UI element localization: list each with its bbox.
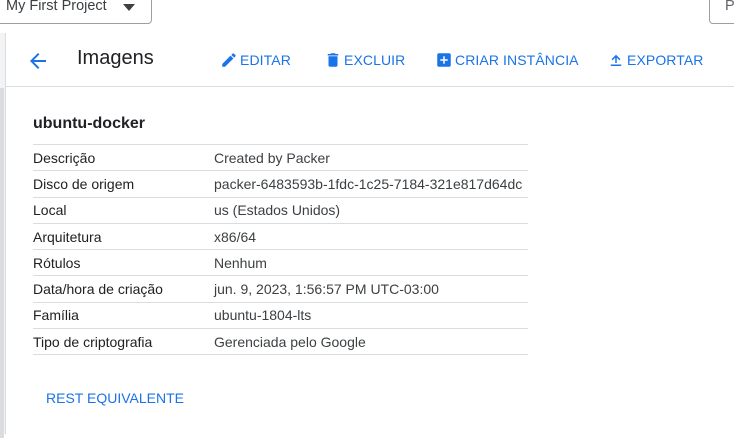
image-name: ubuntu-docker	[33, 115, 145, 132]
detail-value: Created by Packer	[214, 143, 528, 171]
page-title: Imagens	[77, 47, 154, 69]
details-table: Descrição Created by Packer Disco de ori…	[33, 143, 528, 356]
delete-button[interactable]: EXCLUIR	[324, 49, 405, 71]
edit-button[interactable]: EDITAR	[220, 49, 291, 71]
detail-value: jun. 9, 2023, 1:56:57 PM UTC-03:00	[214, 275, 528, 303]
upload-icon	[610, 54, 622, 66]
search-placeholder: P	[725, 0, 734, 14]
detail-label: Data/hora de criação	[33, 275, 214, 303]
search-input[interactable]: P	[709, 0, 734, 24]
image-details-panel: ubuntu-docker Descrição Created by Packe…	[6, 87, 734, 434]
detail-label: Descrição	[33, 143, 214, 171]
create-instance-label: CRIAR INSTÂNCIA	[455, 52, 579, 68]
detail-label: Arquitetura	[33, 222, 214, 250]
pencil-icon	[222, 53, 236, 67]
edit-label: EDITAR	[240, 52, 291, 68]
export-button[interactable]: EXPORTAR	[607, 49, 704, 71]
project-picker[interactable]: My First Project	[0, 0, 152, 24]
table-row: Descrição Created by Packer	[33, 143, 528, 171]
rest-equivalent-link[interactable]: REST EQUIVALENTE	[46, 390, 184, 406]
detail-label: Tipo de criptografia	[33, 328, 214, 356]
delete-label: EXCLUIR	[344, 52, 406, 68]
chevron-down-icon	[123, 4, 135, 11]
table-row: Rótulos Nenhum	[33, 249, 528, 276]
detail-label: Local	[33, 196, 214, 224]
detail-label: Família	[33, 301, 214, 329]
detail-value: packer-6483593b-1fdc-1c25-7184-321e817d6…	[214, 170, 528, 198]
detail-value: Nenhum	[214, 249, 528, 276]
table-row: Tipo de criptografia Gerenciada pelo Goo…	[33, 328, 528, 356]
detail-label: Rótulos	[33, 249, 214, 276]
detail-label: Disco de origem	[33, 170, 214, 198]
export-label: EXPORTAR	[627, 52, 704, 68]
left-rail-divider	[0, 88, 4, 438]
page-header: Imagens EDITAR EXCLUIR CRIAR INSTÂNCIA E…	[6, 33, 734, 87]
back-arrow-icon[interactable]	[26, 49, 50, 73]
top-bar: My First Project P	[0, 0, 734, 33]
project-name: My First Project	[6, 0, 107, 14]
table-row: Arquitetura x86/64	[33, 222, 528, 250]
trash-icon	[327, 53, 339, 67]
add-box-icon	[437, 53, 451, 67]
table-row: Data/hora de criação jun. 9, 2023, 1:56:…	[33, 275, 528, 303]
table-row: Local us (Estados Unidos)	[33, 196, 528, 224]
table-row: Família ubuntu-1804-lts	[33, 301, 528, 329]
create-instance-button[interactable]: CRIAR INSTÂNCIA	[435, 49, 579, 71]
detail-value: us (Estados Unidos)	[214, 196, 528, 224]
detail-value: x86/64	[214, 222, 528, 250]
table-row: Disco de origem packer-6483593b-1fdc-1c2…	[33, 170, 528, 198]
detail-value: ubuntu-1804-lts	[214, 301, 528, 329]
detail-value: Gerenciada pelo Google	[214, 328, 528, 356]
